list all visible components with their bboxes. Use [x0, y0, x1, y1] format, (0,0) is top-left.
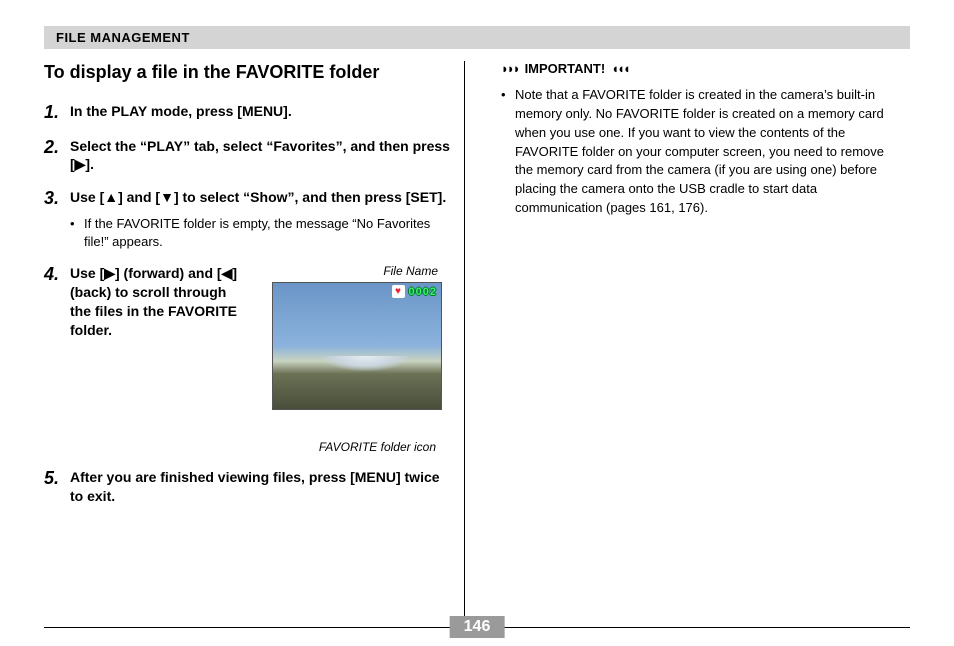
important-item: • Note that a FAVORITE folder is created…: [501, 86, 885, 218]
figure-label-filename: File Name: [252, 264, 442, 278]
step-1: 1. In the PLAY mode, press [MENU].: [44, 102, 452, 123]
step-number: 3.: [44, 188, 70, 250]
content-columns: To display a file in the FAVORITE folder…: [44, 61, 910, 621]
step-number: 1.: [44, 102, 70, 123]
important-list: • Note that a FAVORITE folder is created…: [501, 86, 885, 218]
step-text: Use [▶] (forward) and [◀] (back) to scro…: [70, 264, 240, 454]
favorite-heart-icon: ♥: [392, 285, 405, 298]
page-title: To display a file in the FAVORITE folder: [44, 61, 452, 84]
footer-rule: 146: [44, 627, 910, 628]
bullet-icon: •: [70, 215, 84, 250]
important-label: IMPORTANT!: [525, 61, 606, 76]
step-sub-list: • If the FAVORITE folder is empty, the m…: [70, 215, 452, 250]
section-header: FILE MANAGEMENT: [44, 26, 910, 49]
step-sub-item: • If the FAVORITE folder is empty, the m…: [70, 215, 452, 250]
steps-list: 1. In the PLAY mode, press [MENU]. 2. Se…: [44, 102, 452, 507]
camera-screen-preview: ♥ 0002: [272, 282, 442, 410]
figure-label-favorite-icon: FAVORITE folder icon: [252, 440, 442, 454]
right-column: ◗◗◗ IMPORTANT! ◖◖◖ • Note that a FAVORIT…: [465, 61, 885, 621]
preview-image: [273, 356, 441, 386]
bullet-icon: •: [501, 86, 515, 218]
important-left-icon: ◗◗◗: [501, 61, 519, 76]
step-5: 5. After you are finished viewing files,…: [44, 468, 452, 506]
step-sub-text: If the FAVORITE folder is empty, the mes…: [84, 215, 452, 250]
step-number: 2.: [44, 137, 70, 175]
step-2: 2. Select the “PLAY” tab, select “Favori…: [44, 137, 452, 175]
step-4: 4. Use [▶] (forward) and [◀] (back) to s…: [44, 264, 452, 454]
important-right-icon: ◖◖◖: [611, 61, 629, 76]
step-number: 4.: [44, 264, 70, 454]
manual-page: FILE MANAGEMENT To display a file in the…: [0, 0, 954, 646]
figure: File Name ♥ 0002 FAVORITE folder ico: [252, 264, 442, 454]
important-text: Note that a FAVORITE folder is created i…: [515, 86, 885, 218]
step-text: In the PLAY mode, press [MENU].: [70, 102, 452, 121]
page-footer: 146: [44, 627, 910, 628]
step-text: Use [▲] and [▼] to select “Show”, and th…: [70, 188, 452, 207]
file-number-display: 0002: [409, 286, 437, 298]
step-3: 3. Use [▲] and [▼] to select “Show”, and…: [44, 188, 452, 250]
page-number: 146: [450, 616, 505, 638]
step-text: Select the “PLAY” tab, select “Favorites…: [70, 137, 452, 175]
step-text: After you are finished viewing files, pr…: [70, 468, 452, 506]
left-column: To display a file in the FAVORITE folder…: [44, 61, 464, 621]
important-heading: ◗◗◗ IMPORTANT! ◖◖◖: [501, 61, 885, 76]
screen-overlay: ♥ 0002: [392, 285, 437, 298]
step-number: 5.: [44, 468, 70, 506]
